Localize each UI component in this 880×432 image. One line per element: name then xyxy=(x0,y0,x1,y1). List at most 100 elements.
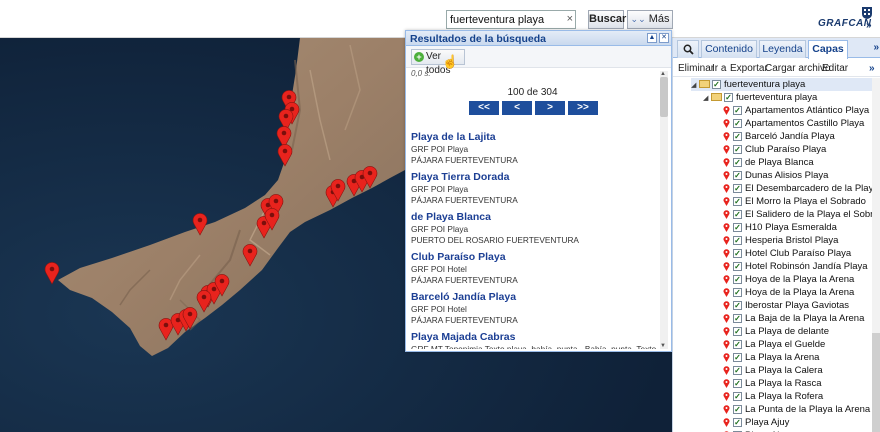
close-icon[interactable]: ✕ xyxy=(659,33,669,43)
checkbox-icon[interactable]: ✓ xyxy=(733,118,742,128)
layer-item[interactable]: ✓ Club Paraíso Playa xyxy=(723,143,826,156)
checkbox-icon[interactable]: ✓ xyxy=(724,92,733,102)
layer-item[interactable]: ✓ El Morro la Playa el Sobrado xyxy=(723,195,866,208)
mas-button[interactable]: ⌄⌄ Más xyxy=(627,10,673,29)
checkbox-icon[interactable]: ✓ xyxy=(733,404,742,414)
clear-icon[interactable]: × xyxy=(567,13,573,26)
layer-item[interactable]: ✓ Hesperia Bristol Playa xyxy=(723,234,838,247)
layer-item[interactable]: ✓ La Playa la Rofera xyxy=(723,390,823,403)
layer-item[interactable]: ✓ Apartamentos Castillo Playa xyxy=(723,117,864,130)
collapse-arrow-icon[interactable]: ◢ xyxy=(703,92,711,105)
result-name[interactable]: Playa de la Lajita xyxy=(411,131,656,144)
result-name[interactable]: Playa Majada Cabras xyxy=(411,331,656,344)
checkbox-icon[interactable]: ✓ xyxy=(733,352,742,362)
layer-item[interactable]: ✓ de Playa Blanca xyxy=(723,156,814,169)
checkbox-icon[interactable]: ✓ xyxy=(733,248,742,258)
result-item[interactable]: Barceló Jandía Playa GRF POI Hotel PÁJARA … xyxy=(411,291,656,325)
result-item[interactable]: Playa Majada Cabras GRF MT Toponimia Text… xyxy=(411,331,656,349)
layer-item[interactable]: ✓ Hoya de la Playa la Arena xyxy=(723,273,854,286)
checkbox-icon[interactable]: ✓ xyxy=(712,79,721,89)
checkbox-icon[interactable]: ✓ xyxy=(733,378,742,388)
checkbox-icon[interactable]: ✓ xyxy=(733,170,742,180)
pager-last-button[interactable]: >> xyxy=(568,101,598,115)
layer-item[interactable]: ✓ H10 Playa Esmeralda xyxy=(723,221,837,234)
result-item[interactable]: Playa de la Lajita GRF POI Playa PÁJARA FU… xyxy=(411,131,656,165)
checkbox-icon[interactable]: ✓ xyxy=(733,261,742,271)
map-marker-icon xyxy=(723,223,730,232)
checkbox-icon[interactable]: ✓ xyxy=(733,300,742,310)
layer-item[interactable]: ✓ El Salidero de la Playa el Sobrad xyxy=(723,208,873,221)
layer-item[interactable]: ✓ Iberostar Playa Gaviotas xyxy=(723,299,849,312)
tab-contenido[interactable]: Contenido xyxy=(701,40,757,58)
layer-label: Hoya de la Playa la Arena xyxy=(745,274,855,285)
checkbox-icon[interactable]: ✓ xyxy=(733,313,742,323)
layer-item[interactable]: ✓ La Playa la Rasca xyxy=(723,377,822,390)
layer-label: Hotel Club Paraíso Playa xyxy=(745,248,852,259)
layers-scroll-thumb[interactable] xyxy=(872,333,880,432)
collapse-icon[interactable]: ▲ xyxy=(647,33,657,43)
layer-item[interactable]: ✓ La Baja de la Playa la Arena xyxy=(723,312,864,325)
ir-a-button[interactable]: Ir a xyxy=(712,63,726,74)
tabs-more-icon[interactable]: » xyxy=(873,42,879,53)
layer-item[interactable]: ✓ La Playa la Arena xyxy=(723,351,819,364)
result-name[interactable]: de Playa Blanca xyxy=(411,211,656,224)
map-marker-icon xyxy=(723,353,730,362)
layer-item[interactable]: ✓ Hotel Club Paraíso Playa xyxy=(723,247,851,260)
result-item[interactable]: de Playa Blanca GRF POI Playa PUERTO DEL R… xyxy=(411,211,656,245)
result-item[interactable]: Club Paraíso Playa GRF POI Hotel PÁJARA FU… xyxy=(411,251,656,285)
cargar-archivo-button[interactable]: Cargar archivo xyxy=(765,63,831,74)
checkbox-icon[interactable]: ✓ xyxy=(733,365,742,375)
layer-item[interactable]: ✓ La Playa de delante xyxy=(723,325,829,338)
result-name[interactable]: Playa Tierra Dorada xyxy=(411,171,656,184)
tree-group[interactable]: ◢ ✓ fuerteventura playa xyxy=(691,78,873,91)
buscar-button[interactable]: Buscar xyxy=(588,10,626,29)
pager-next-button[interactable]: > xyxy=(535,101,565,115)
checkbox-icon[interactable]: ✓ xyxy=(733,183,742,193)
checkbox-icon[interactable]: ✓ xyxy=(733,326,742,336)
layer-item[interactable]: ✓ La Playa el Guelde xyxy=(723,338,825,351)
checkbox-icon[interactable]: ✓ xyxy=(733,235,742,245)
checkbox-icon[interactable]: ✓ xyxy=(733,105,742,115)
layer-item[interactable]: ✓ Hotel Robinsón Jandía Playa xyxy=(723,260,868,273)
result-name[interactable]: Barceló Jandía Playa xyxy=(411,291,656,304)
tree-subgroup[interactable]: ◢ ✓ fuerteventura playa xyxy=(703,91,817,104)
layers-scrollbar[interactable] xyxy=(872,78,880,432)
checkbox-icon[interactable]: ✓ xyxy=(733,417,742,427)
scroll-thumb[interactable] xyxy=(660,77,668,117)
grafcan-logo[interactable]: GRAFCAN » xyxy=(818,4,880,34)
results-scrollbar[interactable]: ▲ ▼ xyxy=(660,71,668,349)
checkbox-icon[interactable]: ✓ xyxy=(733,222,742,232)
toolbar-more-icon[interactable]: » xyxy=(869,63,875,74)
tab-capas[interactable]: Capas xyxy=(808,40,848,59)
checkbox-icon[interactable]: ✓ xyxy=(733,196,742,206)
layer-item[interactable]: ✓ El Desembarcadero de la Playa l xyxy=(723,182,873,195)
eliminar-button[interactable]: Eliminar xyxy=(678,63,714,74)
result-item[interactable]: Playa Tierra Dorada GRF POI Playa PÁJARA F… xyxy=(411,171,656,205)
checkbox-icon[interactable]: ✓ xyxy=(733,339,742,349)
layer-item[interactable]: ✓ La Playa la Calera xyxy=(723,364,823,377)
checkbox-icon[interactable]: ✓ xyxy=(733,274,742,284)
layer-item[interactable]: ✓ Barceló Jandía Playa xyxy=(723,130,835,143)
checkbox-icon[interactable]: ✓ xyxy=(733,391,742,401)
pager-prev-button[interactable]: < xyxy=(502,101,532,115)
checkbox-icon[interactable]: ✓ xyxy=(733,144,742,154)
layer-item[interactable]: ✓ Hoya de la Playa la Arena xyxy=(723,286,854,299)
layer-item[interactable]: ✓ Apartamentos Atlántico Playa xyxy=(723,104,869,117)
checkbox-icon[interactable]: ✓ xyxy=(733,209,742,219)
logo-more-icon[interactable]: » xyxy=(866,20,872,31)
collapse-arrow-icon[interactable]: ◢ xyxy=(691,79,699,92)
result-name[interactable]: Club Paraíso Playa xyxy=(411,251,656,264)
pager-first-button[interactable]: << xyxy=(469,101,499,115)
checkbox-icon[interactable]: ✓ xyxy=(733,287,742,297)
tab-leyenda[interactable]: Leyenda xyxy=(759,40,806,58)
tab-search[interactable] xyxy=(677,40,699,58)
layer-item[interactable]: ✓ La Punta de la Playa la Arena xyxy=(723,403,870,416)
checkbox-icon[interactable]: ✓ xyxy=(733,131,742,141)
search-input[interactable] xyxy=(447,11,561,28)
layer-item[interactable]: ✓Playa Ajuy xyxy=(723,416,789,429)
exportar-button[interactable]: Exportar xyxy=(730,63,768,74)
layer-item[interactable]: ✓ Dunas Alisios Playa xyxy=(723,169,828,182)
editar-button[interactable]: Editar xyxy=(822,63,848,74)
scroll-down-icon[interactable]: ▼ xyxy=(660,343,666,349)
checkbox-icon[interactable]: ✓ xyxy=(733,157,742,167)
